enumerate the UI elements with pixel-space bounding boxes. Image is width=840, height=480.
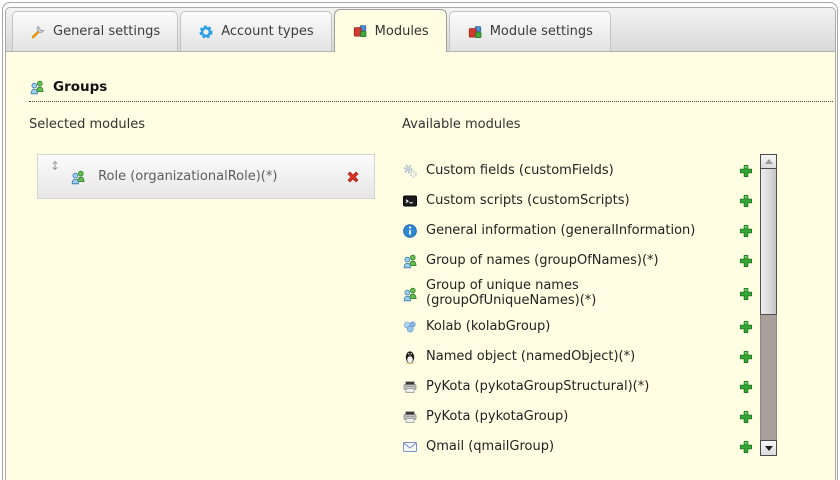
scrollbar-track[interactable]: [760, 315, 777, 440]
list-item: Qmail (qmailGroup): [402, 432, 754, 462]
module-label: General information (generalInformation): [426, 222, 696, 238]
module-label: Qmail (qmailGroup): [426, 438, 555, 454]
tab-account-types[interactable]: Account types: [180, 11, 332, 51]
printer-icon: [402, 379, 418, 395]
module-label: Custom fields (customFields): [426, 162, 614, 178]
groups-icon: [402, 286, 418, 302]
selected-modules-column: Selected modules ↕ Role (organizationalR: [29, 117, 402, 462]
wrench-icon: [30, 24, 46, 40]
add-plus-icon[interactable]: [738, 319, 754, 335]
module-label: PyKota (pykotaGroup): [426, 408, 569, 424]
add-plus-icon[interactable]: [738, 439, 754, 455]
module-label: Custom scripts (customScripts): [426, 192, 630, 208]
scroll-up-icon[interactable]: [760, 154, 777, 169]
available-modules-heading: Available modules: [402, 117, 521, 132]
module-label: Group of unique names (groupOfUniqueName…: [426, 278, 597, 308]
kolab-icon: [402, 319, 418, 335]
list-item: Custom fields (customFields): [402, 156, 754, 186]
terminal-icon: [402, 193, 418, 209]
list-item: General information (generalInformation): [402, 216, 754, 246]
module-label: Role (organizationalRole)(*): [98, 169, 278, 184]
list-item: Group of unique names (groupOfUniqueName…: [402, 276, 754, 312]
list-item: Custom scripts (customScripts): [402, 186, 754, 216]
module-label: Named object (namedObject)(*): [426, 348, 636, 364]
list-item: Named object (namedObject)(*): [402, 342, 754, 372]
list-item: PyKota (pykotaGroupStructural)(*): [402, 372, 754, 402]
groups-icon: [29, 79, 45, 95]
drag-handle-icon[interactable]: ↕: [50, 160, 60, 172]
module-label: Group of names (groupOfNames)(*): [426, 252, 659, 268]
settings-window: General settings Account types Modules M…: [0, 0, 840, 480]
groups-icon: [70, 169, 86, 185]
add-plus-icon[interactable]: [738, 409, 754, 425]
add-plus-icon[interactable]: [738, 253, 754, 269]
add-plus-icon[interactable]: [738, 379, 754, 395]
scroll-down-icon[interactable]: [760, 440, 777, 456]
list-item: Kolab (kolabGroup): [402, 312, 754, 342]
module-label: PyKota (pykotaGroupStructural)(*): [426, 378, 650, 394]
add-plus-icon[interactable]: [738, 349, 754, 365]
gears-icon: [402, 163, 418, 179]
selected-module-row[interactable]: ↕ Role (organizationalRole)(*): [37, 154, 375, 199]
tab-label: General settings: [53, 24, 161, 39]
tab-label: Account types: [221, 24, 314, 39]
section-heading: Groups: [29, 79, 833, 102]
add-plus-icon[interactable]: [738, 163, 754, 179]
delete-x-icon[interactable]: [345, 169, 361, 185]
selected-modules-heading: Selected modules: [29, 117, 145, 132]
add-plus-icon[interactable]: [738, 193, 754, 209]
modules-content: Groups Selected modules ↕ Role (organiza…: [6, 79, 835, 462]
groups-icon: [402, 253, 418, 269]
add-plus-icon[interactable]: [738, 286, 754, 302]
scrollbar-thumb[interactable]: [760, 169, 777, 315]
info-icon: [402, 223, 418, 239]
tab-module-settings[interactable]: Module settings: [448, 11, 611, 51]
page-title: Groups: [53, 79, 108, 95]
tab-label: Module settings: [489, 24, 593, 39]
module-label: Kolab (kolabGroup): [426, 318, 551, 334]
modules-icon: [352, 23, 368, 39]
available-modules-scrollbar: [760, 154, 777, 456]
list-item: Group of names (groupOfNames)(*): [402, 246, 754, 276]
gear-icon: [198, 24, 214, 40]
module-columns: Selected modules ↕ Role (organizationalR: [29, 117, 835, 462]
envelope-icon: [402, 439, 418, 455]
modules-icon: [467, 24, 483, 40]
tab-modules[interactable]: Modules: [333, 9, 447, 52]
tab-bar: General settings Account types Modules M…: [6, 8, 835, 52]
available-modules-column: Available modules Custom fields (customF…: [402, 117, 835, 462]
tab-general-settings[interactable]: General settings: [12, 11, 179, 51]
add-plus-icon[interactable]: [738, 223, 754, 239]
tab-label: Modules: [374, 23, 429, 39]
printer-icon: [402, 409, 418, 425]
list-item: PyKota (pykotaGroup): [402, 402, 754, 432]
tab-panel: General settings Account types Modules M…: [5, 7, 836, 480]
available-modules-list: Custom fields (customFields) Custom scri…: [402, 154, 754, 462]
penguin-icon: [402, 349, 418, 365]
